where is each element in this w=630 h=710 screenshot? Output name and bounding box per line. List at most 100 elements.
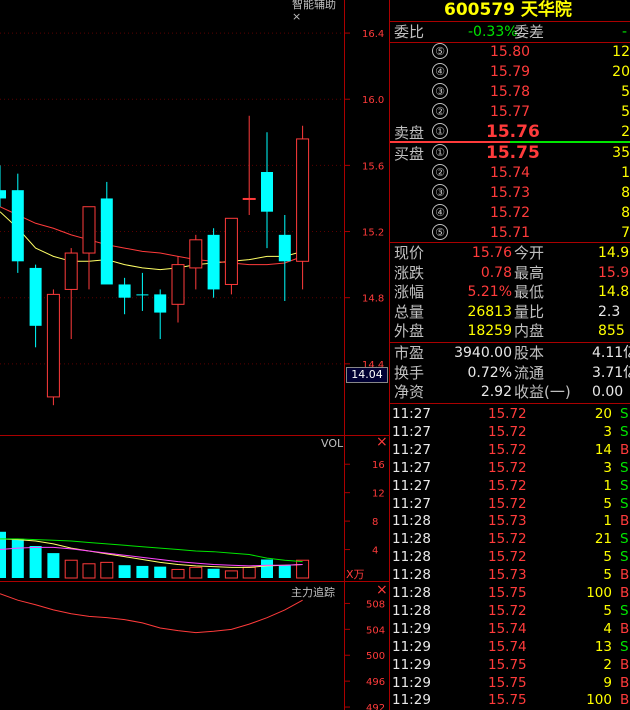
trade-row[interactable]: 11:28 15.73 5 B <box>390 566 630 584</box>
trade-row[interactable]: 11:27 15.72 3 S <box>390 423 630 441</box>
stat-value: 5.21% <box>467 284 512 300</box>
ask-row[interactable]: ② 15.77 5 <box>390 102 630 122</box>
trade-direction: B <box>620 692 630 709</box>
trade-time: 11:28 <box>392 513 431 530</box>
helper-close-icon[interactable]: × <box>292 10 301 23</box>
trade-volume: 20 <box>594 406 612 422</box>
stat-label: 外盘 <box>394 322 425 340</box>
bid-row[interactable]: ① 15.75 35 <box>390 143 630 163</box>
fund-value: 3.71亿 <box>592 364 630 381</box>
trade-time: 11:27 <box>392 406 431 422</box>
trade-row[interactable]: 11:29 15.74 13 S <box>390 638 630 656</box>
trade-direction: B <box>620 513 630 530</box>
trade-row[interactable]: 11:27 15.72 20 S <box>390 405 630 423</box>
bid-row[interactable]: ② 15.74 1 <box>390 163 630 183</box>
trade-price: 15.72 <box>488 441 527 458</box>
vol-label: VOL <box>321 437 344 450</box>
stat-value: 855 <box>598 323 625 339</box>
trade-row[interactable]: 11:27 15.72 1 S <box>390 477 630 495</box>
fund-value: 2.92 <box>480 384 512 400</box>
trade-time: 11:28 <box>392 585 431 601</box>
trade-price: 15.72 <box>488 549 527 566</box>
trade-volume: 3 <box>603 423 612 440</box>
kline-chart-area[interactable]: 16.4 16.0 15.6 15.2 14.8 14.4 16 12 8 4 508 504 50… <box>0 0 390 710</box>
volume-bar <box>64 559 78 579</box>
fund-value: 3940.00 <box>454 345 512 361</box>
stat-label: 内盘 <box>514 322 545 340</box>
fund-row: 换手 0.72%流通 3.71亿 <box>390 363 630 383</box>
stat-label: 现价 <box>394 244 425 262</box>
bid-row[interactable]: ④ 15.72 8 <box>390 203 630 223</box>
trade-time: 11:27 <box>392 423 431 440</box>
ask-row[interactable]: ① 15.76 2 <box>390 122 630 142</box>
ask-row[interactable]: ④ 15.79 20 <box>390 62 630 82</box>
volume-bar <box>29 546 42 578</box>
bid-volume: 1 <box>621 165 630 181</box>
vol-close-icon[interactable]: × <box>376 434 388 450</box>
fund-label: 股本 <box>514 344 545 362</box>
indicator-tick-label: 492 <box>366 703 385 710</box>
price-tick-label: 16.0 <box>362 95 384 106</box>
trade-price: 15.72 <box>488 459 527 476</box>
trade-row[interactable]: 11:29 15.75 100 B <box>390 691 630 709</box>
fund-label: 流通 <box>514 363 545 382</box>
stat-value: 15.76 <box>471 245 512 261</box>
trade-row[interactable]: 11:29 15.75 2 B <box>390 656 630 674</box>
trade-volume: 5 <box>603 602 612 619</box>
trade-time: 11:27 <box>392 477 431 494</box>
trade-row[interactable]: 11:28 15.72 21 S <box>390 530 630 548</box>
price-tick-label: 15.6 <box>362 161 384 172</box>
stat-row: 外盘 18259 内盘 855 <box>390 321 630 341</box>
ask-price: 15.77 <box>489 104 531 120</box>
volume-bar <box>118 565 131 578</box>
ask-price: 15.80 <box>489 44 531 60</box>
bid-row[interactable]: ③ 15.73 8 <box>390 183 630 203</box>
trade-volume: 4 <box>603 620 612 637</box>
volume-bar <box>136 565 149 578</box>
stock-title[interactable]: 600579 天华院 <box>444 0 572 20</box>
bid-volume: 7 <box>621 225 630 241</box>
fund-label: 收益(一) <box>514 383 571 401</box>
indicator-line <box>0 593 303 634</box>
candle-body <box>207 234 220 290</box>
trade-row[interactable]: 11:27 15.72 5 S <box>390 495 630 513</box>
trade-direction: B <box>620 441 630 458</box>
candle-body <box>278 234 291 262</box>
stat-value: 0.78 <box>480 264 512 281</box>
candle-body <box>154 294 167 313</box>
bid-volume: 35 <box>612 145 630 161</box>
trade-direction: S <box>620 549 629 566</box>
stat-label: 最低 <box>514 283 545 301</box>
trade-price: 15.72 <box>488 531 527 548</box>
level-badge: ⑤ <box>432 224 448 240</box>
ask-row[interactable]: ⑤ 15.80 12 <box>390 42 630 62</box>
ask-row[interactable]: ③ 15.78 5 <box>390 82 630 102</box>
volume-bar <box>278 565 291 578</box>
ask-price: 15.79 <box>489 64 531 80</box>
trade-time: 11:29 <box>392 656 431 673</box>
stat-label: 涨跌 <box>394 263 425 282</box>
trade-row[interactable]: 11:29 15.75 9 B <box>390 674 630 692</box>
trade-row[interactable]: 11:28 15.72 5 S <box>390 548 630 566</box>
trade-volume: 100 <box>586 692 612 709</box>
stat-label: 总量 <box>394 302 425 321</box>
moving-average-line <box>0 211 303 271</box>
trade-row[interactable]: 11:28 15.73 1 B <box>390 512 630 530</box>
candle-body <box>46 293 60 398</box>
trade-row[interactable]: 11:28 15.75 100 B <box>390 584 630 602</box>
trade-row[interactable]: 11:28 15.72 5 S <box>390 602 630 620</box>
stock-title-row: 600579 天华院 <box>390 0 630 22</box>
level-badge: ② <box>432 103 448 119</box>
candle-body <box>189 239 203 269</box>
trade-row[interactable]: 11:27 15.72 3 S <box>390 459 630 477</box>
indicator-close-icon[interactable]: × <box>376 582 388 598</box>
bid-row[interactable]: ⑤ 15.71 7 <box>390 223 630 243</box>
trade-row[interactable]: 11:27 15.72 14 B <box>390 441 630 459</box>
trade-time: 11:28 <box>392 602 431 619</box>
chart-canvas[interactable]: 16.416.015.615.214.814.4 161284 50850450… <box>0 0 390 710</box>
level-badge: ⑤ <box>432 43 448 59</box>
fund-label: 市盈 <box>394 344 425 362</box>
trade-row[interactable]: 11:29 15.74 4 B <box>390 620 630 638</box>
trade-price: 15.75 <box>488 674 527 691</box>
volume-bar <box>47 553 60 578</box>
